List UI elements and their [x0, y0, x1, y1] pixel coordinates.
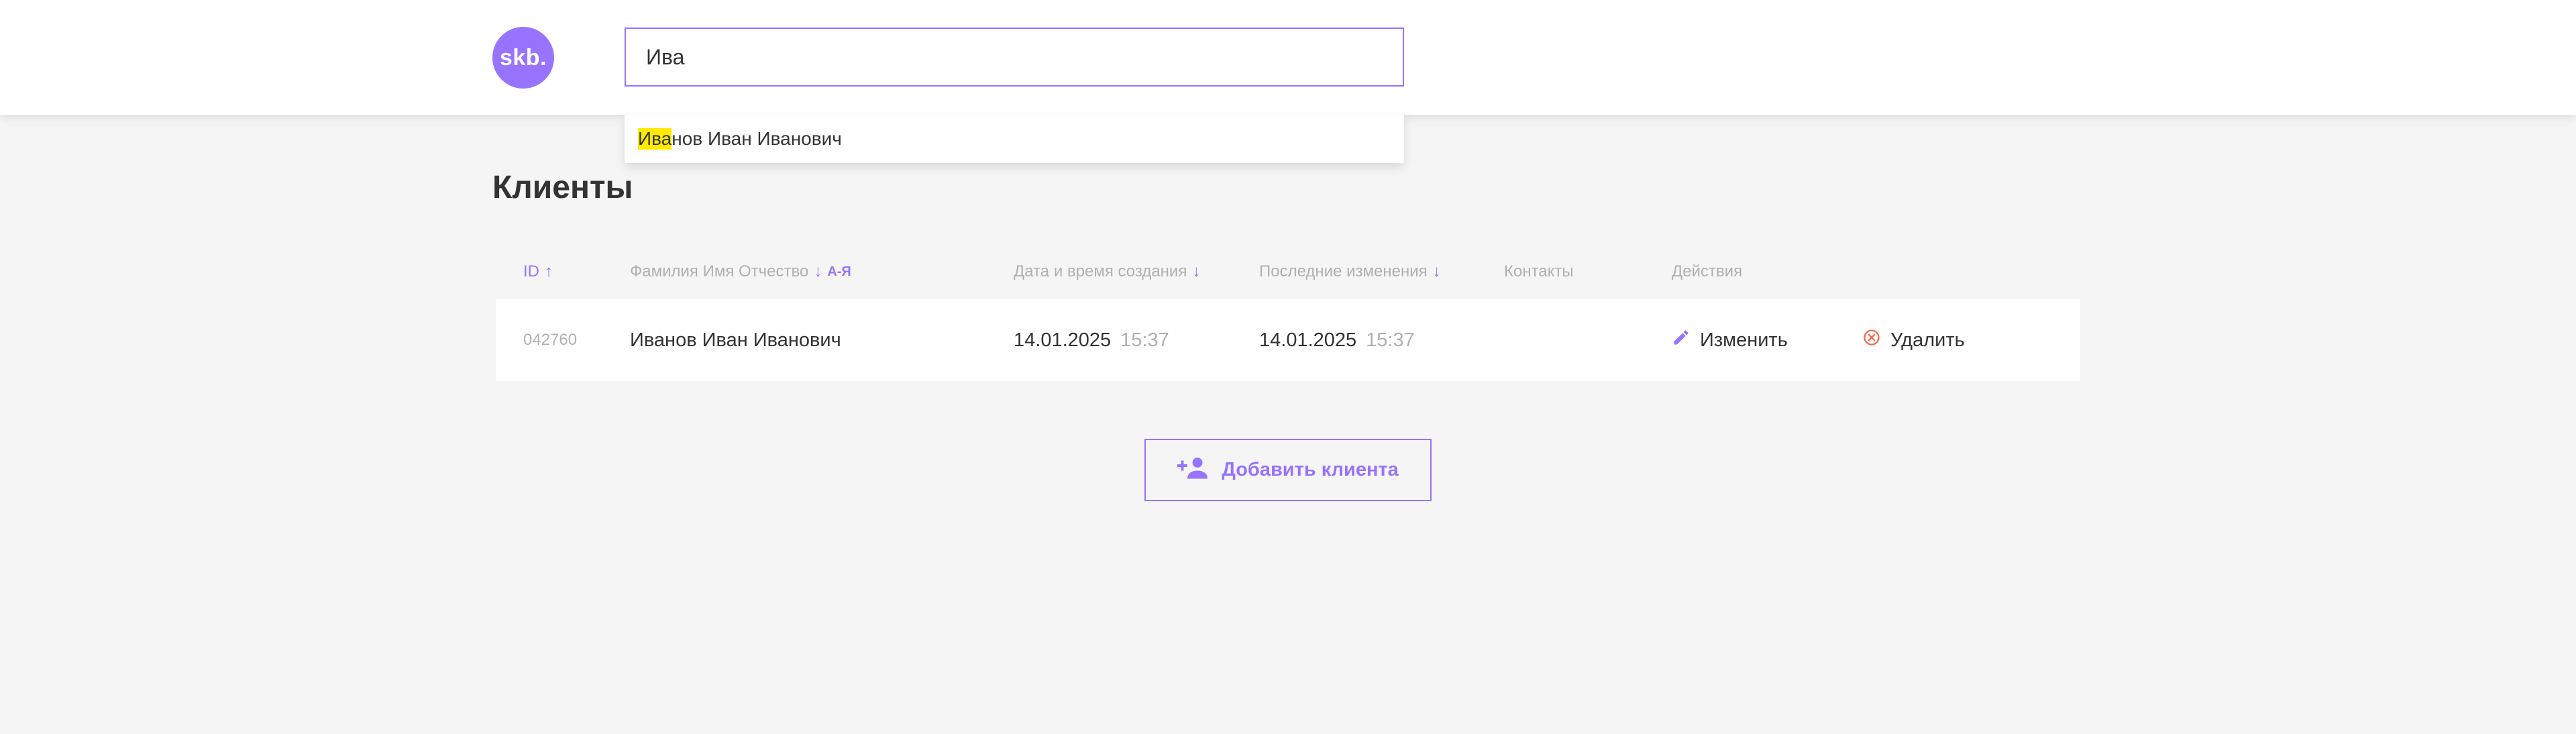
arrow-up-icon: ↑: [545, 262, 553, 280]
client-name: Иванов Иван Иванович: [630, 329, 841, 351]
page-title: Клиенты: [492, 170, 633, 205]
edit-button[interactable]: Изменить: [1672, 299, 1788, 381]
column-header-contacts-label: Контакты: [1504, 262, 1574, 280]
column-header-actions: Действия: [1672, 262, 1742, 281]
updated-datetime: 14.01.2025 15:37: [1259, 299, 1415, 381]
table-row: 042760 Иванов Иван Иванович 14.01.2025 1…: [496, 299, 2080, 381]
arrow-down-icon: ↓: [1432, 262, 1441, 280]
column-header-actions-label: Действия: [1672, 262, 1743, 280]
edit-label: Изменить: [1700, 329, 1788, 351]
add-user-icon: [1177, 456, 1210, 484]
add-client-button[interactable]: Добавить клиента: [1144, 439, 1432, 501]
created-date: 14.01.2025: [1014, 329, 1112, 351]
column-header-name[interactable]: Фамилия Имя Отчество ↓ А-Я: [630, 262, 851, 281]
autocomplete-item[interactable]: Ива нов Иван Иванович: [625, 115, 1404, 163]
arrow-down-icon: ↓: [1192, 262, 1201, 280]
cancel-circle-icon: [1862, 328, 1881, 352]
updated-date: 14.01.2025: [1259, 329, 1357, 351]
column-header-created-label: Дата и время создания: [1014, 262, 1187, 280]
delete-button[interactable]: Удалить: [1862, 299, 1965, 381]
add-client-label: Добавить клиента: [1222, 459, 1399, 480]
arrow-down-icon: ↓: [814, 262, 822, 280]
column-header-created[interactable]: Дата и время создания ↓: [1014, 262, 1200, 281]
column-header-id[interactable]: ID ↑: [523, 262, 553, 281]
client-id: 042760: [523, 331, 578, 349]
header: skb.: [0, 0, 2576, 115]
delete-label: Удалить: [1890, 329, 1965, 351]
created-time: 15:37: [1120, 329, 1169, 351]
autocomplete-rest: нов Иван Иванович: [672, 128, 842, 149]
column-header-updated[interactable]: Последние изменения ↓: [1259, 262, 1441, 281]
column-header-id-label: ID: [523, 262, 539, 280]
column-header-updated-label: Последние изменения: [1259, 262, 1428, 280]
column-header-contacts: Контакты: [1504, 262, 1574, 281]
autocomplete-match: Ива: [638, 128, 672, 150]
logo[interactable]: skb.: [492, 27, 554, 89]
pencil-icon: [1672, 328, 1690, 352]
created-datetime: 14.01.2025 15:37: [1014, 299, 1169, 381]
sort-hint: А-Я: [827, 264, 851, 279]
updated-time: 15:37: [1366, 329, 1415, 351]
search-input[interactable]: [625, 28, 1404, 87]
column-header-name-label: Фамилия Имя Отчество: [630, 262, 809, 280]
